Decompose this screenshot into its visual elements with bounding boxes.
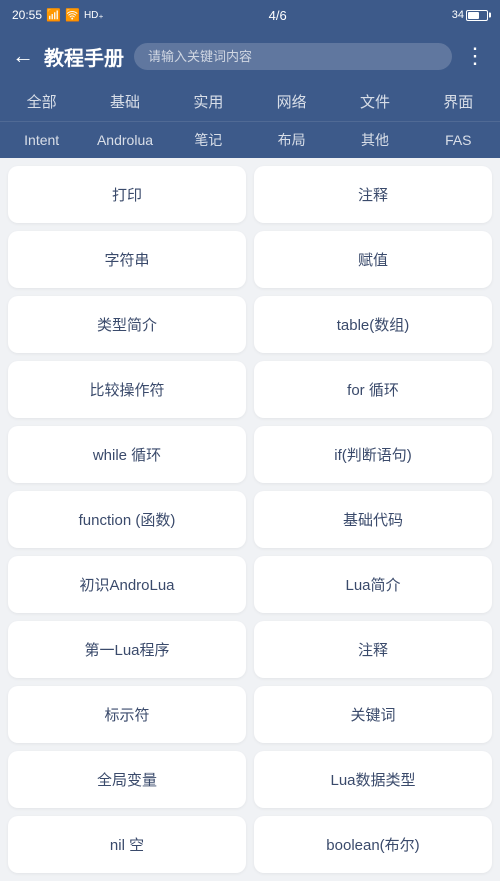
header-title: 教程手册: [44, 42, 124, 71]
card-item[interactable]: if(判断语句): [254, 426, 492, 483]
tab-notes[interactable]: 笔记: [167, 122, 250, 158]
card-item[interactable]: 初识AndroLua: [8, 556, 246, 613]
card-item[interactable]: 类型简介: [8, 296, 246, 353]
hd-label: HD₊: [84, 10, 104, 21]
card-item[interactable]: Lua数据类型: [254, 751, 492, 808]
card-item[interactable]: function (函数): [8, 491, 246, 548]
tab-basic[interactable]: 基础: [83, 82, 166, 121]
wifi-icon: 🛜: [65, 8, 80, 22]
signal-icon: 📶: [46, 8, 61, 22]
card-item[interactable]: 全局变量: [8, 751, 246, 808]
card-item[interactable]: while 循环: [8, 426, 246, 483]
tab-all[interactable]: 全部: [0, 82, 83, 121]
status-right: 34: [452, 9, 488, 21]
page-indicator: 4/6: [269, 8, 287, 23]
card-item[interactable]: table(数组): [254, 296, 492, 353]
header: ← 教程手册 ⋮: [0, 30, 500, 82]
card-item[interactable]: 标示符: [8, 686, 246, 743]
tab-androlua[interactable]: Androlua: [83, 124, 166, 156]
search-input[interactable]: [134, 43, 452, 70]
status-left: 20:55 📶 🛜 HD₊: [12, 8, 104, 22]
status-time: 20:55: [12, 8, 42, 22]
tab-fas[interactable]: FAS: [417, 124, 500, 156]
tab-other[interactable]: 其他: [333, 122, 416, 158]
card-item[interactable]: 第一Lua程序: [8, 621, 246, 678]
tabs-row-1: 全部 基础 实用 网络 文件 界面: [0, 82, 500, 122]
battery-icon: 34: [452, 9, 488, 21]
card-item[interactable]: 关键词: [254, 686, 492, 743]
tab-intent[interactable]: Intent: [0, 124, 83, 156]
tab-layout[interactable]: 布局: [250, 122, 333, 158]
tab-practical[interactable]: 实用: [167, 82, 250, 121]
card-item[interactable]: 打印: [8, 166, 246, 223]
card-grid: 打印注释字符串赋值类型简介table(数组)比较操作符for 循环while 循…: [0, 158, 500, 881]
card-item[interactable]: nil 空: [8, 816, 246, 873]
card-item[interactable]: 基础代码: [254, 491, 492, 548]
card-item[interactable]: Lua简介: [254, 556, 492, 613]
card-item[interactable]: boolean(布尔): [254, 816, 492, 873]
card-item[interactable]: 比较操作符: [8, 361, 246, 418]
card-item[interactable]: for 循环: [254, 361, 492, 418]
card-item[interactable]: 注释: [254, 621, 492, 678]
tab-file[interactable]: 文件: [333, 82, 416, 121]
card-item[interactable]: 赋值: [254, 231, 492, 288]
tabs-row-2: Intent Androlua 笔记 布局 其他 FAS: [0, 122, 500, 158]
tab-ui[interactable]: 界面: [417, 82, 500, 121]
card-item[interactable]: 字符串: [8, 231, 246, 288]
back-button[interactable]: ←: [12, 45, 34, 67]
tab-network[interactable]: 网络: [250, 82, 333, 121]
card-item[interactable]: 注释: [254, 166, 492, 223]
more-button[interactable]: ⋮: [462, 43, 488, 69]
status-bar: 20:55 📶 🛜 HD₊ 4/6 34: [0, 0, 500, 30]
